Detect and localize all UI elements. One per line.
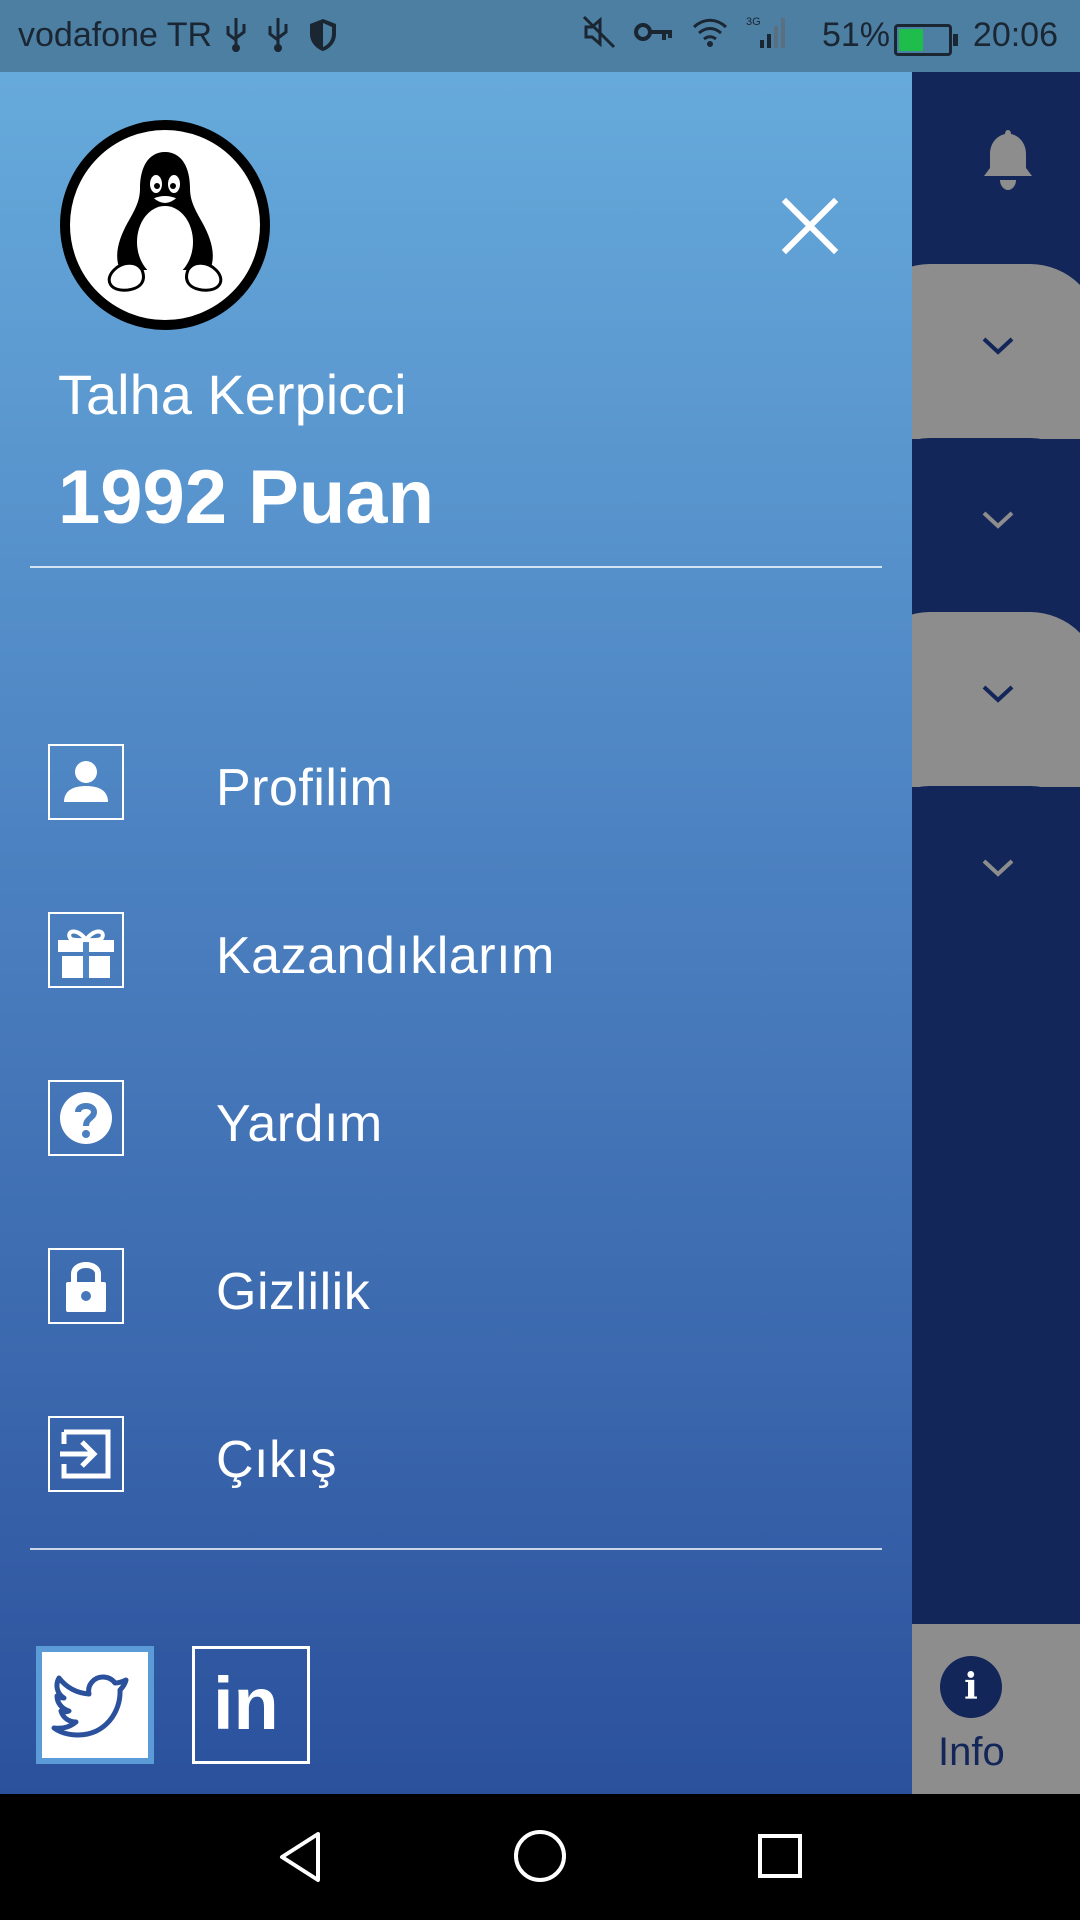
wifi-icon: [692, 18, 728, 47]
usb-icon: [226, 18, 246, 52]
menu-label: Gizlilik: [216, 1263, 371, 1321]
recents-icon[interactable]: [756, 1832, 804, 1880]
menu-item-logout[interactable]: Çıkış: [48, 1394, 848, 1514]
status-icons-left: [225, 18, 337, 52]
home-icon[interactable]: [512, 1828, 568, 1884]
usb-icon: [268, 18, 288, 52]
avatar[interactable]: [60, 120, 270, 330]
menu-label: Profilim: [216, 759, 394, 817]
shield-icon: [310, 19, 336, 51]
menu-item-profile[interactable]: Profilim: [48, 722, 848, 842]
info-icon[interactable]: i: [940, 1656, 1002, 1718]
notification-bell-icon[interactable]: [980, 126, 1036, 192]
menu-label: Çıkış: [216, 1431, 337, 1489]
menu-label: Yardım: [216, 1095, 383, 1153]
carrier-label: vodafone TR: [18, 16, 213, 54]
linkedin-icon: in: [213, 1662, 279, 1745]
twitter-icon: [51, 1674, 129, 1738]
divider: [30, 1548, 882, 1550]
back-icon[interactable]: [276, 1830, 324, 1884]
menu-item-rewards[interactable]: Kazandıklarım: [48, 890, 848, 1010]
gift-icon: [48, 912, 124, 988]
linkedin-button[interactable]: in: [192, 1646, 310, 1764]
menu-item-help[interactable]: Yardım: [48, 1058, 848, 1178]
chevron-down-icon: [982, 859, 1014, 877]
penguin-icon: [107, 152, 223, 292]
battery-percent: 51%: [821, 16, 890, 54]
info-tab-label[interactable]: Info: [938, 1730, 1005, 1775]
clock: 20:06: [972, 16, 1058, 54]
battery-icon: [894, 24, 958, 56]
menu-label: Kazandıklarım: [216, 927, 555, 985]
close-icon[interactable]: [778, 194, 842, 258]
chevron-down-icon: [982, 337, 1014, 355]
system-nav-bar: [0, 1794, 1080, 1920]
status-icons-right: 3G: [582, 14, 790, 50]
status-bar: vodafone TR 3G 51% 20:06: [0, 0, 1080, 72]
svg-text:3G: 3G: [746, 16, 761, 28]
help-icon: [48, 1080, 124, 1156]
logout-icon: [48, 1416, 124, 1492]
twitter-button[interactable]: [36, 1646, 154, 1764]
divider: [30, 566, 882, 568]
chevron-down-icon: [982, 685, 1014, 703]
lock-icon: [48, 1248, 124, 1324]
chevron-down-icon: [982, 511, 1014, 529]
mute-icon: [582, 15, 616, 49]
points-total: 1992 Puan: [58, 455, 434, 540]
person-icon: [48, 744, 124, 820]
user-name: Talha Kerpicci: [58, 363, 407, 426]
key-icon: [634, 23, 672, 41]
menu-item-privacy[interactable]: Gizlilik: [48, 1226, 848, 1346]
navigation-drawer: Talha Kerpicci 1992 Puan Profilim Kazand…: [0, 72, 912, 1794]
signal-icon: 3G: [746, 16, 785, 48]
